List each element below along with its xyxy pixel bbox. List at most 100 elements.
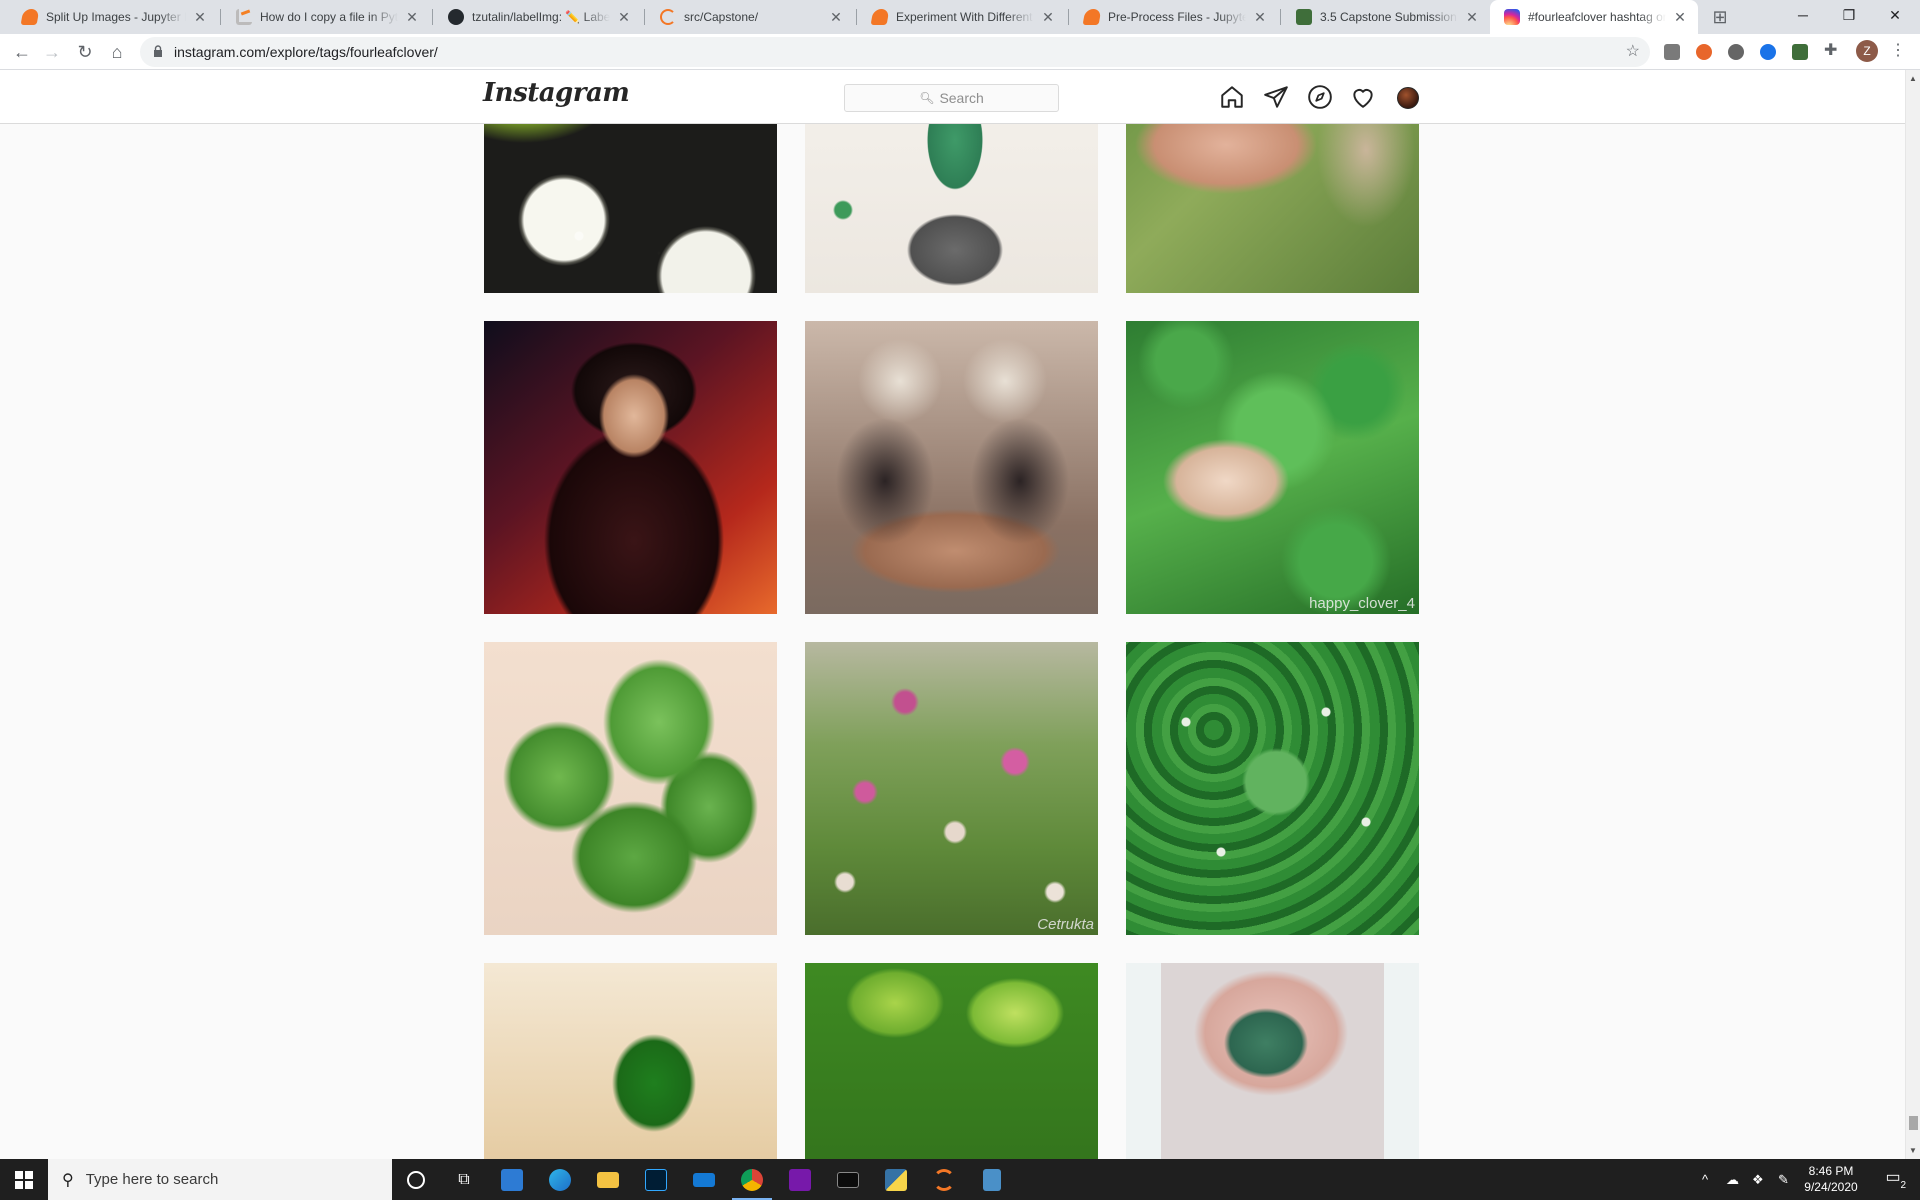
close-icon[interactable]: ✕	[192, 9, 208, 25]
extension-orange-icon[interactable]	[1696, 44, 1712, 60]
action-center-button[interactable]: ▭ 2	[1880, 1167, 1906, 1191]
notification-count-badge: 2	[1900, 1180, 1906, 1191]
tab-title: #fourleafclover hashtag on	[1528, 10, 1666, 24]
post-thumbnail[interactable]	[484, 642, 777, 935]
pen-ink-icon[interactable]: ✎	[1778, 1159, 1789, 1200]
back-button[interactable]: ←	[8, 38, 36, 66]
mail-app-icon[interactable]	[680, 1159, 728, 1200]
store-app-icon[interactable]	[488, 1159, 536, 1200]
post-thumbnail[interactable]	[1126, 124, 1419, 293]
tab-src-capstone[interactable]: src/Capstone/ ✕	[646, 0, 854, 34]
tab-split-up-images[interactable]: Split Up Images - Jupyter N ✕	[8, 0, 218, 34]
tab-separator	[1280, 9, 1281, 25]
post-thumbnail[interactable]	[1126, 963, 1419, 1159]
instagram-header: Instagram 🔍︎ Search	[0, 70, 1905, 124]
bookmark-star-icon[interactable]: ☆	[1626, 37, 1640, 67]
notification-icon: ▭	[1885, 1169, 1901, 1186]
system-clock[interactable]: 8:46 PM 9/24/2020	[1794, 1163, 1868, 1195]
clock-date: 9/24/2020	[1804, 1180, 1858, 1194]
minimize-button[interactable]: ─	[1780, 0, 1826, 30]
file-explorer-app-icon[interactable]	[584, 1159, 632, 1200]
jupyter-app-icon[interactable]	[920, 1159, 968, 1200]
heart-icon[interactable]	[1350, 84, 1376, 110]
close-icon[interactable]: ✕	[404, 9, 420, 25]
post-watermark: happy_clover_4	[1309, 595, 1415, 612]
scrollbar-thumb[interactable]	[1909, 1116, 1918, 1130]
search-icon: 🔍︎	[919, 91, 935, 105]
tab-pre-process-files[interactable]: Pre-Process Files - Jupyter N ✕	[1070, 0, 1278, 34]
clock-time: 8:46 PM	[1808, 1164, 1854, 1178]
extension-blue-icon[interactable]	[1760, 44, 1776, 60]
close-icon[interactable]: ✕	[1040, 9, 1056, 25]
home-icon[interactable]	[1219, 84, 1245, 110]
jupyter-icon	[870, 9, 890, 25]
calculator-app-icon[interactable]	[968, 1159, 1016, 1200]
forward-button[interactable]: →	[38, 38, 66, 66]
profile-avatar[interactable]: Z	[1856, 40, 1878, 62]
tab-copy-file-python[interactable]: How do I copy a file in Pyth ✕	[222, 0, 430, 34]
address-bar[interactable]: instagram.com/explore/tags/fourleafclove…	[140, 37, 1650, 67]
home-button[interactable]: ⌂	[103, 38, 131, 66]
restore-button[interactable]: ❐	[1826, 0, 1872, 30]
tab-experiment[interactable]: Experiment With Different M ✕	[858, 0, 1066, 34]
tab-capstone-submission[interactable]: 3.5 Capstone Submission - L ✕	[1282, 0, 1490, 34]
jupyter-icon	[1082, 9, 1102, 25]
tab-title: Pre-Process Files - Jupyter N	[1108, 10, 1246, 24]
new-tab-button[interactable]: ⊞	[1706, 4, 1734, 30]
menu-kebab-icon[interactable]: ⋮	[1890, 43, 1906, 59]
tab-fourleafclover[interactable]: #fourleafclover hashtag on ✕	[1490, 0, 1698, 34]
tab-strip: Split Up Images - Jupyter N ✕ How do I c…	[0, 0, 1920, 34]
search-icon: ⚲	[62, 1171, 74, 1189]
task-view-icon[interactable]: ⧉	[440, 1159, 488, 1200]
edge-app-icon[interactable]	[536, 1159, 584, 1200]
python-app-icon[interactable]	[872, 1159, 920, 1200]
post-thumbnail[interactable]	[1126, 642, 1419, 935]
taskbar-search-placeholder: Type here to search	[85, 1171, 219, 1188]
cortana-icon[interactable]	[392, 1159, 440, 1200]
dropbox-icon[interactable]: ❖	[1752, 1159, 1764, 1200]
close-icon[interactable]: ✕	[616, 9, 632, 25]
extension-green-icon[interactable]	[1792, 44, 1808, 60]
loading-icon	[660, 9, 676, 25]
instagram-search-input[interactable]: 🔍︎ Search	[844, 84, 1059, 112]
reload-button[interactable]: ↻	[71, 38, 99, 66]
capstone-icon	[1296, 9, 1312, 25]
post-grid: happy_clover_4 Cetrukta	[484, 124, 1419, 1159]
post-thumbnail[interactable]	[805, 963, 1098, 1159]
post-thumbnail[interactable]: Cetrukta	[805, 642, 1098, 935]
post-thumbnail[interactable]	[805, 321, 1098, 614]
post-thumbnail[interactable]	[805, 124, 1098, 293]
close-icon[interactable]: ✕	[1464, 9, 1480, 25]
extension-circle-icon[interactable]	[1728, 44, 1744, 60]
instagram-logo[interactable]: Instagram	[483, 78, 630, 108]
page-scrollbar[interactable]: ▲ ▼	[1905, 70, 1920, 1159]
explore-compass-icon[interactable]	[1307, 84, 1333, 110]
profile-avatar[interactable]	[1397, 87, 1419, 109]
close-icon[interactable]: ✕	[1672, 9, 1688, 25]
extensions-puzzle-icon[interactable]: ✚	[1824, 43, 1840, 59]
windows-logo-icon	[15, 1170, 33, 1189]
close-window-button[interactable]: ✕	[1872, 0, 1918, 30]
direct-message-icon[interactable]	[1263, 84, 1289, 110]
scroll-down-arrow-icon[interactable]: ▼	[1909, 1146, 1917, 1155]
tab-separator	[644, 9, 645, 25]
post-thumbnail[interactable]	[484, 321, 777, 614]
close-icon[interactable]: ✕	[1252, 9, 1268, 25]
post-thumbnail[interactable]	[484, 124, 777, 293]
chrome-app-icon[interactable]	[728, 1159, 776, 1200]
post-thumbnail[interactable]	[484, 963, 777, 1159]
tab-separator	[856, 9, 857, 25]
post-thumbnail[interactable]: happy_clover_4	[1126, 321, 1419, 614]
close-icon[interactable]: ✕	[828, 9, 844, 25]
tab-labelimg[interactable]: tzutalin/labelImg: ✏️ Label ✕	[434, 0, 642, 34]
scroll-up-arrow-icon[interactable]: ▲	[1909, 74, 1917, 83]
start-button[interactable]	[0, 1159, 48, 1200]
show-hidden-icons-icon[interactable]: ^	[1702, 1159, 1708, 1200]
tab-separator	[220, 9, 221, 25]
terminal-app-icon[interactable]	[824, 1159, 872, 1200]
extension-g-icon[interactable]	[1664, 44, 1680, 60]
taskbar-search-input[interactable]: ⚲ Type here to search	[48, 1159, 392, 1200]
photoshop-app-icon[interactable]	[632, 1159, 680, 1200]
onedrive-cloud-icon[interactable]: ☁	[1726, 1159, 1739, 1200]
onenote-app-icon[interactable]	[776, 1159, 824, 1200]
